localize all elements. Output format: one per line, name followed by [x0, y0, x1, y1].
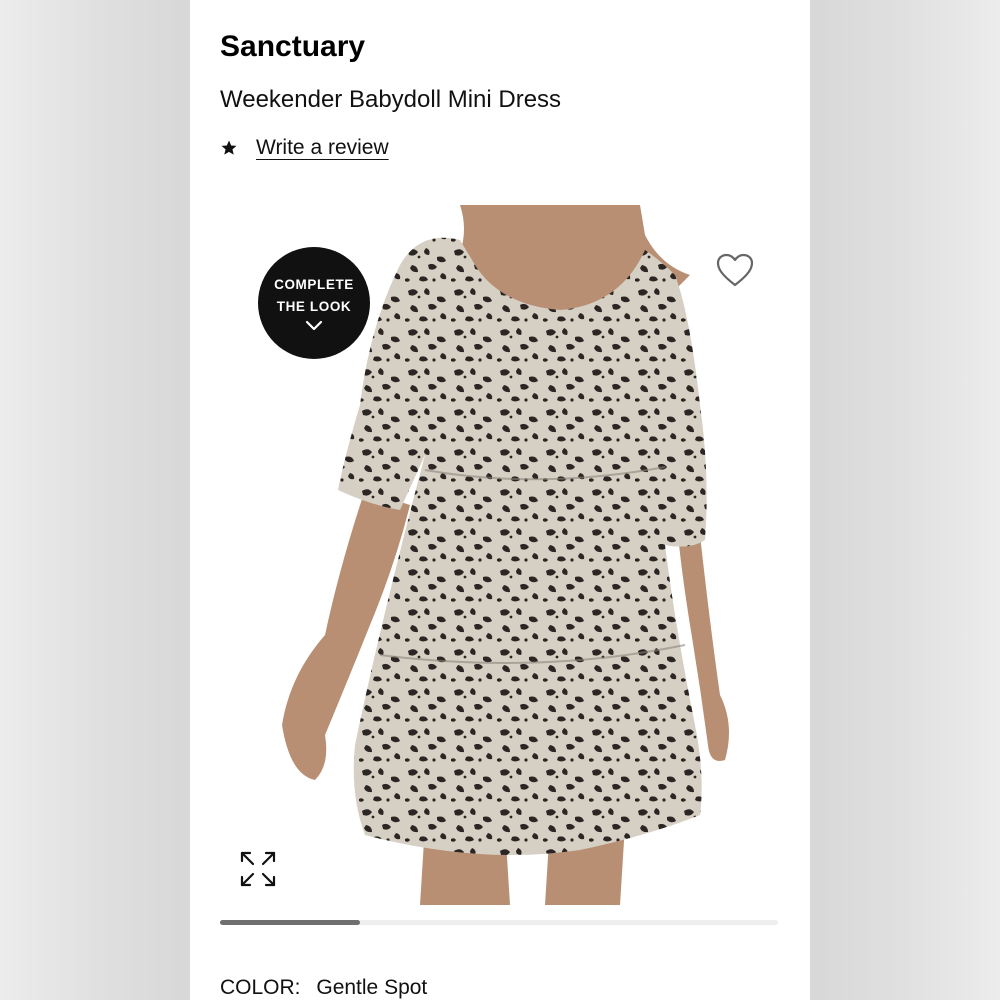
- write-review-link[interactable]: Write a review: [256, 136, 389, 160]
- review-row: Write a review: [220, 136, 389, 160]
- carousel-progress-fill: [220, 920, 360, 925]
- background-right: [810, 0, 1000, 1000]
- carousel-progress-track[interactable]: [220, 920, 778, 925]
- product-panel: Sanctuary Weekender Babydoll Mini Dress …: [190, 0, 810, 1000]
- heart-icon[interactable]: [716, 253, 754, 289]
- color-value: Gentle Spot: [316, 976, 428, 999]
- complete-look-line1: COMPLETE: [274, 277, 354, 292]
- color-row: COLOR: Gentle Spot: [220, 976, 427, 1000]
- star-icon: [221, 140, 237, 155]
- expand-icon[interactable]: [238, 849, 278, 889]
- brand-name[interactable]: Sanctuary: [220, 30, 365, 64]
- color-label: COLOR:: [220, 976, 301, 999]
- background-left: [0, 0, 190, 1000]
- product-image-carousel[interactable]: COMPLETE THE LOOK: [220, 205, 780, 905]
- complete-the-look-button[interactable]: COMPLETE THE LOOK: [258, 247, 370, 359]
- chevron-down-icon: [305, 320, 323, 331]
- complete-look-line2: THE LOOK: [276, 299, 352, 314]
- product-title: Weekender Babydoll Mini Dress: [220, 86, 562, 113]
